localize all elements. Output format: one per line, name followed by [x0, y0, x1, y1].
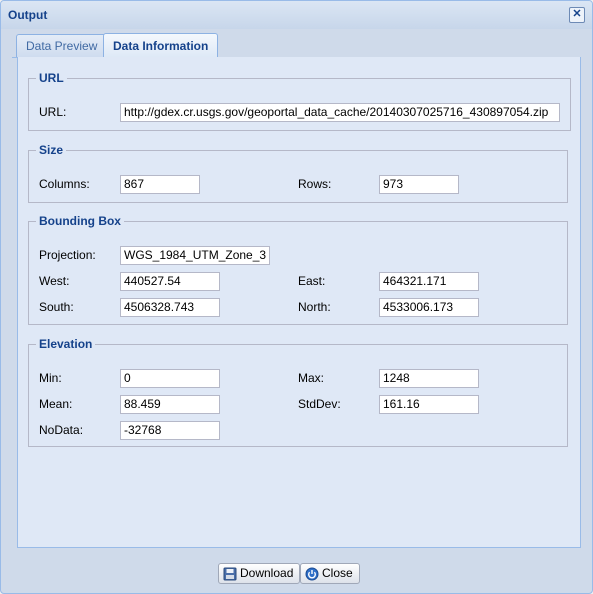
tab-strip: Data Preview Data Information — [12, 31, 580, 58]
west-label: West: — [39, 274, 70, 288]
bounding-box-fieldset: Bounding Box Projection: WGS_1984_UTM_Zo… — [28, 214, 568, 325]
stddev-field[interactable]: 161.16 — [379, 395, 479, 414]
nodata-field[interactable]: -32768 — [120, 421, 220, 440]
south-field[interactable]: 4506328.743 — [120, 298, 220, 317]
tab-data-preview[interactable]: Data Preview — [16, 34, 108, 57]
east-field[interactable]: 464321.171 — [379, 272, 479, 291]
bounding-box-legend: Bounding Box — [39, 214, 121, 228]
rows-field[interactable]: 973 — [379, 175, 459, 194]
min-field[interactable]: 0 — [120, 369, 220, 388]
url-legend: URL — [39, 71, 64, 85]
west-field[interactable]: 440527.54 — [120, 272, 220, 291]
columns-label: Columns: — [39, 177, 90, 191]
projection-label: Projection: — [39, 248, 96, 262]
window-titlebar[interactable]: Output ✕ — [1, 1, 592, 29]
rows-label: Rows: — [298, 177, 332, 191]
close-button[interactable]: Close — [300, 563, 360, 584]
min-label: Min: — [39, 371, 62, 385]
url-field[interactable]: http://gdex.cr.usgs.gov/geoportal_data_c… — [120, 103, 560, 122]
url-label: URL: — [39, 105, 67, 119]
download-button-label: Download — [240, 566, 294, 580]
max-label: Max: — [298, 371, 325, 385]
east-label: East: — [298, 274, 326, 288]
stddev-label: StdDev: — [298, 397, 341, 411]
output-window: Output ✕ Data Preview Data Information U… — [0, 0, 593, 594]
elevation-legend: Elevation — [39, 337, 93, 351]
window-title: Output — [8, 8, 48, 22]
projection-field[interactable]: WGS_1984_UTM_Zone_3 — [120, 246, 270, 265]
nodata-label: NoData: — [39, 423, 84, 437]
columns-field[interactable]: 867 — [120, 175, 200, 194]
south-label: South: — [39, 300, 74, 314]
north-label: North: — [298, 300, 331, 314]
download-button[interactable]: Download — [218, 563, 301, 584]
tab-data-information[interactable]: Data Information — [103, 33, 219, 58]
power-icon — [305, 567, 319, 581]
max-field[interactable]: 1248 — [379, 369, 479, 388]
mean-field[interactable]: 88.459 — [120, 395, 220, 414]
mean-label: Mean: — [39, 397, 73, 411]
north-field[interactable]: 4533006.173 — [379, 298, 479, 317]
dialog-footer: Download Close — [1, 557, 592, 593]
size-fieldset: Size Columns: 867 Rows: 973 — [28, 143, 568, 203]
size-legend: Size — [39, 143, 64, 157]
close-button-label: Close — [322, 566, 353, 580]
elevation-fieldset: Elevation Min: 0 Max: 1248 Mean: 88.459 … — [28, 337, 568, 447]
data-information-panel: URL URL: http://gdex.cr.usgs.gov/geoport… — [17, 57, 581, 548]
floppy-disk-icon — [223, 567, 237, 581]
close-icon[interactable]: ✕ — [569, 7, 585, 23]
url-fieldset: URL URL: http://gdex.cr.usgs.gov/geoport… — [28, 71, 571, 131]
